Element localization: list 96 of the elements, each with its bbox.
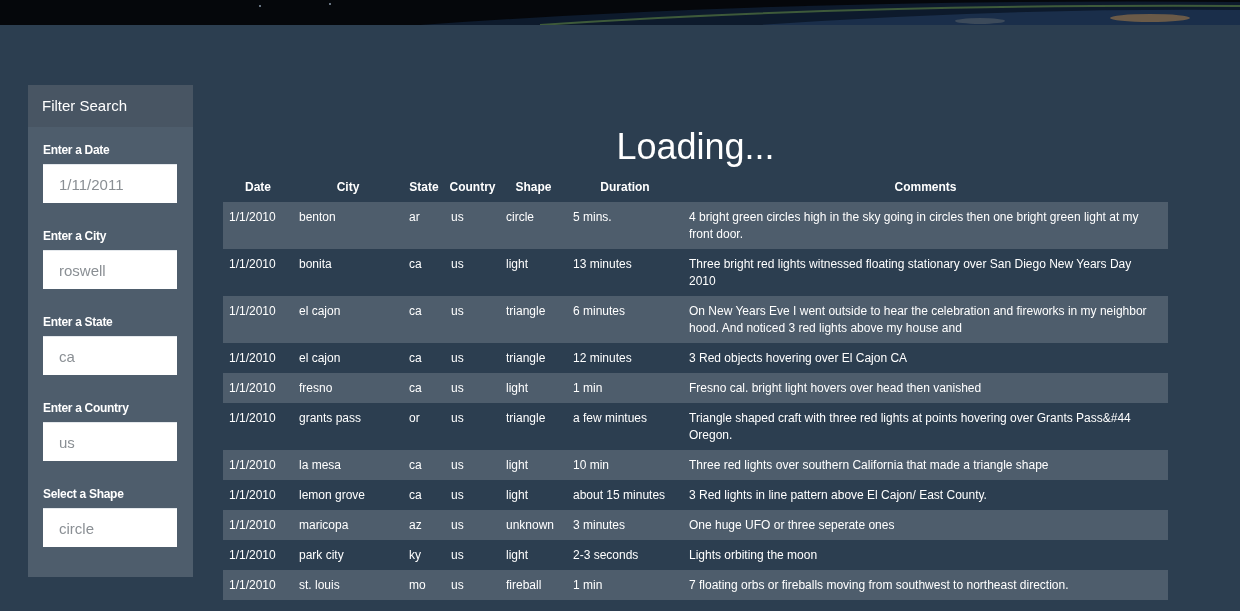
table-cell: az	[403, 510, 445, 540]
table-cell: us	[445, 249, 500, 296]
table-cell: ca	[403, 450, 445, 480]
table-cell: Three red lights over southern California that made a triangle shape	[683, 450, 1168, 480]
table-cell: Three bright red lights witnessed floating stationary over San Diego New Years Day 2010	[683, 249, 1168, 296]
table-cell: 5 mins.	[567, 202, 683, 249]
field-label: Select a Shape	[43, 487, 125, 501]
column-header: State	[403, 172, 445, 202]
table-cell: 2-3 seconds	[567, 540, 683, 570]
table-cell: 7 floating orbs or fireballs moving from southwest to northeast direction.	[683, 570, 1168, 600]
table-cell: 1/1/2010	[223, 403, 293, 450]
table-cell: 4 bright green circles high in the sky going in circles then one bright green light at my front door.	[683, 202, 1168, 249]
table-cell: us	[445, 373, 500, 403]
input-field[interactable]: 1/11/2011	[43, 164, 177, 203]
panel-title: Filter Search	[42, 97, 128, 114]
table-cell: us	[445, 403, 500, 450]
table-cell: ca	[403, 480, 445, 510]
table-cell: 6 minutes	[567, 296, 683, 343]
table-cell: triangle	[500, 403, 567, 450]
input-field[interactable]: circle	[43, 508, 177, 547]
table-cell: 1/1/2010	[223, 450, 293, 480]
table-cell: 1/1/2010	[223, 373, 293, 403]
table-cell: a few mintues	[567, 403, 683, 450]
table-cell: 1 min	[567, 373, 683, 403]
table-cell: 1/1/2010	[223, 480, 293, 510]
page-heading: Loading...	[615, 126, 776, 168]
table-cell: lemon grove	[293, 480, 403, 510]
table-cell: 10 min	[567, 450, 683, 480]
table-cell: 3 Red objects hovering over El Cajon CA	[683, 343, 1168, 373]
table-cell: us	[445, 296, 500, 343]
table-cell: Triangle shaped craft with three red lights at points hovering over Grants Pass&#44 Oregon.	[683, 403, 1168, 450]
table-cell: 1/1/2010	[223, 510, 293, 540]
table-cell: ca	[403, 296, 445, 343]
table-cell: el cajon	[293, 296, 403, 343]
table-cell: fireball	[500, 570, 567, 600]
table-cell: la mesa	[293, 450, 403, 480]
table-cell: or	[403, 403, 445, 450]
table-cell: 1/1/2010	[223, 540, 293, 570]
table-cell: ca	[403, 373, 445, 403]
table-cell: 1/1/2010	[223, 343, 293, 373]
table-cell: light	[500, 540, 567, 570]
input-field[interactable]: us	[43, 422, 177, 461]
table-cell: us	[445, 202, 500, 249]
table-cell: triangle	[500, 296, 567, 343]
table-cell: ar	[403, 202, 445, 249]
table-cell: triangle	[500, 343, 567, 373]
field-label: Enter a Date	[43, 143, 111, 157]
table-cell: Fresno cal. bright light hovers over head then vanished	[683, 373, 1168, 403]
table-cell: unknown	[500, 510, 567, 540]
table-cell: grants pass	[293, 403, 403, 450]
table-cell: st. louis	[293, 570, 403, 600]
column-header: Shape	[500, 172, 567, 202]
table-cell: us	[445, 570, 500, 600]
table-cell: 3 minutes	[567, 510, 683, 540]
column-header: Date	[223, 172, 293, 202]
table-cell: us	[445, 540, 500, 570]
table-cell: maricopa	[293, 510, 403, 540]
column-header: Comments	[683, 172, 1168, 202]
column-header: Country	[445, 172, 500, 202]
table-cell: ca	[403, 343, 445, 373]
column-header: Duration	[567, 172, 683, 202]
input-field[interactable]: roswell	[43, 250, 177, 289]
table-cell: us	[445, 510, 500, 540]
table-cell: Lights orbiting the moon	[683, 540, 1168, 570]
table-cell: light	[500, 249, 567, 296]
field-label: Enter a City	[43, 229, 108, 243]
table-cell: ca	[403, 249, 445, 296]
table-cell: light	[500, 373, 567, 403]
table-cell: us	[445, 450, 500, 480]
table-cell: 1 min	[567, 570, 683, 600]
table-cell: about 15 minutes	[567, 480, 683, 510]
table-cell: 1/1/2010	[223, 296, 293, 343]
table-cell: fresno	[293, 373, 403, 403]
table-cell: light	[500, 480, 567, 510]
table-cell: benton	[293, 202, 403, 249]
table-cell: light	[500, 450, 567, 480]
table-cell: mo	[403, 570, 445, 600]
table-cell: ky	[403, 540, 445, 570]
table-cell: 13 minutes	[567, 249, 683, 296]
input-field[interactable]: ca	[43, 336, 177, 375]
table-cell: On New Years Eve I went outside to hear the celebration and fireworks in my neighbor hood. And noticed 3 red lights above my house and	[683, 296, 1168, 343]
table-cell: circle	[500, 202, 567, 249]
table-cell: el cajon	[293, 343, 403, 373]
table-cell: 1/1/2010	[223, 202, 293, 249]
table-cell: us	[445, 480, 500, 510]
table-cell: 3 Red lights in line pattern above El Cajon/ East County.	[683, 480, 1168, 510]
field-label: Enter a State	[43, 315, 114, 329]
table-cell: park city	[293, 540, 403, 570]
column-header: City	[293, 172, 403, 202]
table-cell: 1/1/2010	[223, 249, 293, 296]
table-cell: One huge UFO or three seperate ones	[683, 510, 1168, 540]
field-label: Enter a Country	[43, 401, 130, 415]
table-cell: us	[445, 343, 500, 373]
table-cell: bonita	[293, 249, 403, 296]
table-cell: 12 minutes	[567, 343, 683, 373]
table-cell: 1/1/2010	[223, 570, 293, 600]
